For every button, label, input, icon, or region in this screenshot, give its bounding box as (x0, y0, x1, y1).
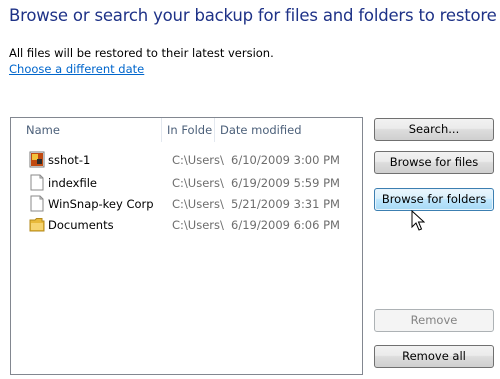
mouse-pointer-icon (411, 210, 425, 231)
choose-date-link[interactable]: Choose a different date (9, 62, 144, 76)
search-button[interactable]: Search... (374, 118, 494, 141)
remove-all-button[interactable]: Remove all (374, 345, 494, 368)
item-date: 5/21/2009 3:31 PM (231, 197, 340, 211)
column-header-in-folder[interactable]: In Folder (161, 118, 213, 142)
column-header-date-modified[interactable]: Date modified (214, 118, 362, 142)
item-name: Documents (48, 218, 114, 232)
list-item[interactable]: indexfile C:\Users\ 6/19/2009 5:59 PM (29, 173, 359, 193)
list-item[interactable]: sshot-1 C:\Users\ 6/10/2009 3:00 PM (29, 150, 359, 170)
item-folder: C:\Users\ (172, 176, 224, 190)
item-date: 6/10/2009 3:00 PM (231, 153, 340, 167)
browse-for-files-button[interactable]: Browse for files (374, 151, 494, 174)
remove-button: Remove (374, 309, 494, 332)
browse-for-folders-button[interactable]: Browse for folders (374, 188, 494, 211)
item-folder: C:\Users\ (172, 197, 224, 211)
list-item[interactable]: Documents C:\Users\ 6/19/2009 6:06 PM (29, 215, 359, 235)
column-header-name[interactable]: Name (21, 118, 161, 142)
list-header: Name In Folder Date modified (11, 118, 362, 142)
restore-info-text: All files will be restored to their late… (9, 46, 274, 60)
item-folder: C:\Users\ (172, 153, 224, 167)
document-file-icon (30, 174, 44, 191)
document-file-icon (30, 195, 44, 212)
folder-icon (29, 218, 45, 232)
item-name: WinSnap-key Corp (48, 197, 154, 211)
item-date: 6/19/2009 5:59 PM (231, 176, 340, 190)
item-name: sshot-1 (48, 153, 91, 167)
restore-file-list[interactable]: Name In Folder Date modified sshot-1 C:\… (10, 117, 363, 375)
item-folder: C:\Users\ (172, 218, 224, 232)
image-file-icon (29, 151, 45, 168)
item-date: 6/19/2009 6:06 PM (231, 218, 340, 232)
item-name: indexfile (48, 176, 97, 190)
page-title: Browse or search your backup for files a… (9, 6, 497, 25)
list-item[interactable]: WinSnap-key Corp C:\Users\ 5/21/2009 3:3… (29, 194, 359, 214)
